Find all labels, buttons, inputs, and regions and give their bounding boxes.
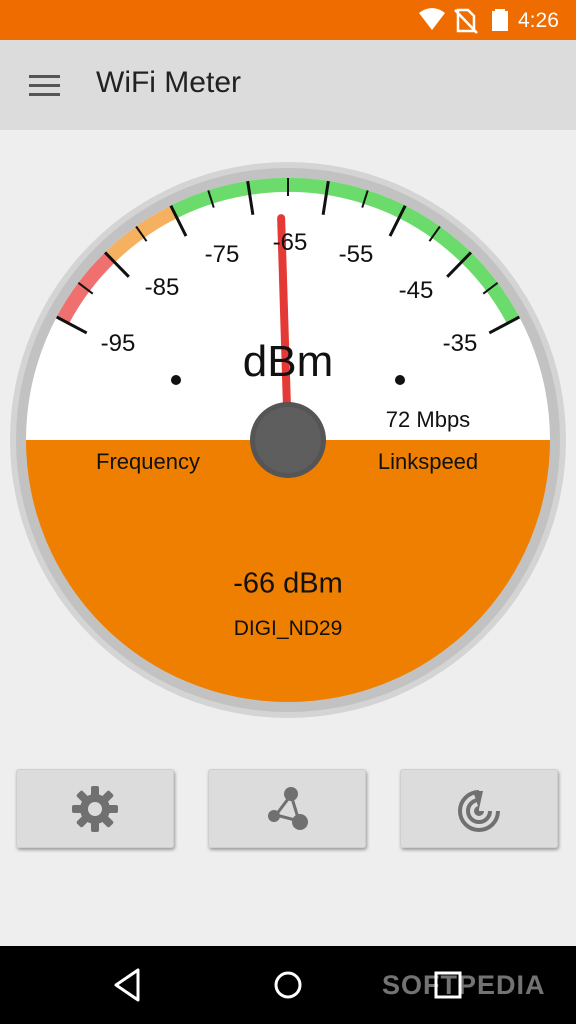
tick-label-85: -85 <box>144 274 180 301</box>
status-bar: 4:26 <box>0 0 576 40</box>
unit-label: dBm <box>242 337 334 386</box>
status-time: 4:26 <box>518 9 559 32</box>
tick-label-45: -45 <box>398 277 434 304</box>
settings-button[interactable] <box>16 769 174 848</box>
app-title: WiFi Meter <box>96 66 241 99</box>
radar-icon <box>458 787 501 832</box>
hamburger-menu-icon-bar <box>29 84 60 87</box>
needle-hub-cap <box>255 407 321 473</box>
back-icon[interactable] <box>105 962 151 1008</box>
tick-label-55: -55 <box>338 241 374 268</box>
hamburger-menu-icon <box>29 75 60 78</box>
gauge-dial <box>10 162 566 718</box>
network-nodes-icon <box>268 787 308 830</box>
linkspeed-label: Linkspeed <box>377 449 479 474</box>
network-name: DIGI_ND29 <box>233 617 343 640</box>
tick-label-95: -95 <box>100 330 136 357</box>
gear-icon <box>72 786 118 832</box>
home-icon[interactable] <box>265 962 311 1008</box>
linkspeed-value: 72 Mbps <box>385 407 471 432</box>
navigation-bar: SOFTPEDIA <box>0 946 576 1024</box>
scan-button[interactable] <box>400 769 558 848</box>
hamburger-menu-icon-bar <box>29 93 60 96</box>
status-icons <box>419 8 508 34</box>
no-sim-icon <box>454 8 478 34</box>
tick-label-75: -75 <box>204 241 240 268</box>
wifi-icon <box>419 8 445 30</box>
signal-gauge: -95 -85 -75 -65 -55 -45 -35 dBm 72 Mbps … <box>0 130 576 750</box>
gauge-dot-left <box>171 375 181 385</box>
menu-button[interactable] <box>20 65 70 105</box>
tick-label-65: -65 <box>272 229 308 256</box>
app-bar: WiFi Meter <box>0 40 576 130</box>
watermark: SOFTPEDIA <box>382 970 546 1000</box>
network-map-button[interactable] <box>208 769 366 848</box>
gauge-dot-right <box>395 375 405 385</box>
signal-reading: -66 dBm <box>233 567 343 600</box>
tick-label-35: -35 <box>442 330 478 357</box>
frequency-label: Frequency <box>96 449 200 474</box>
battery-icon <box>492 9 508 31</box>
